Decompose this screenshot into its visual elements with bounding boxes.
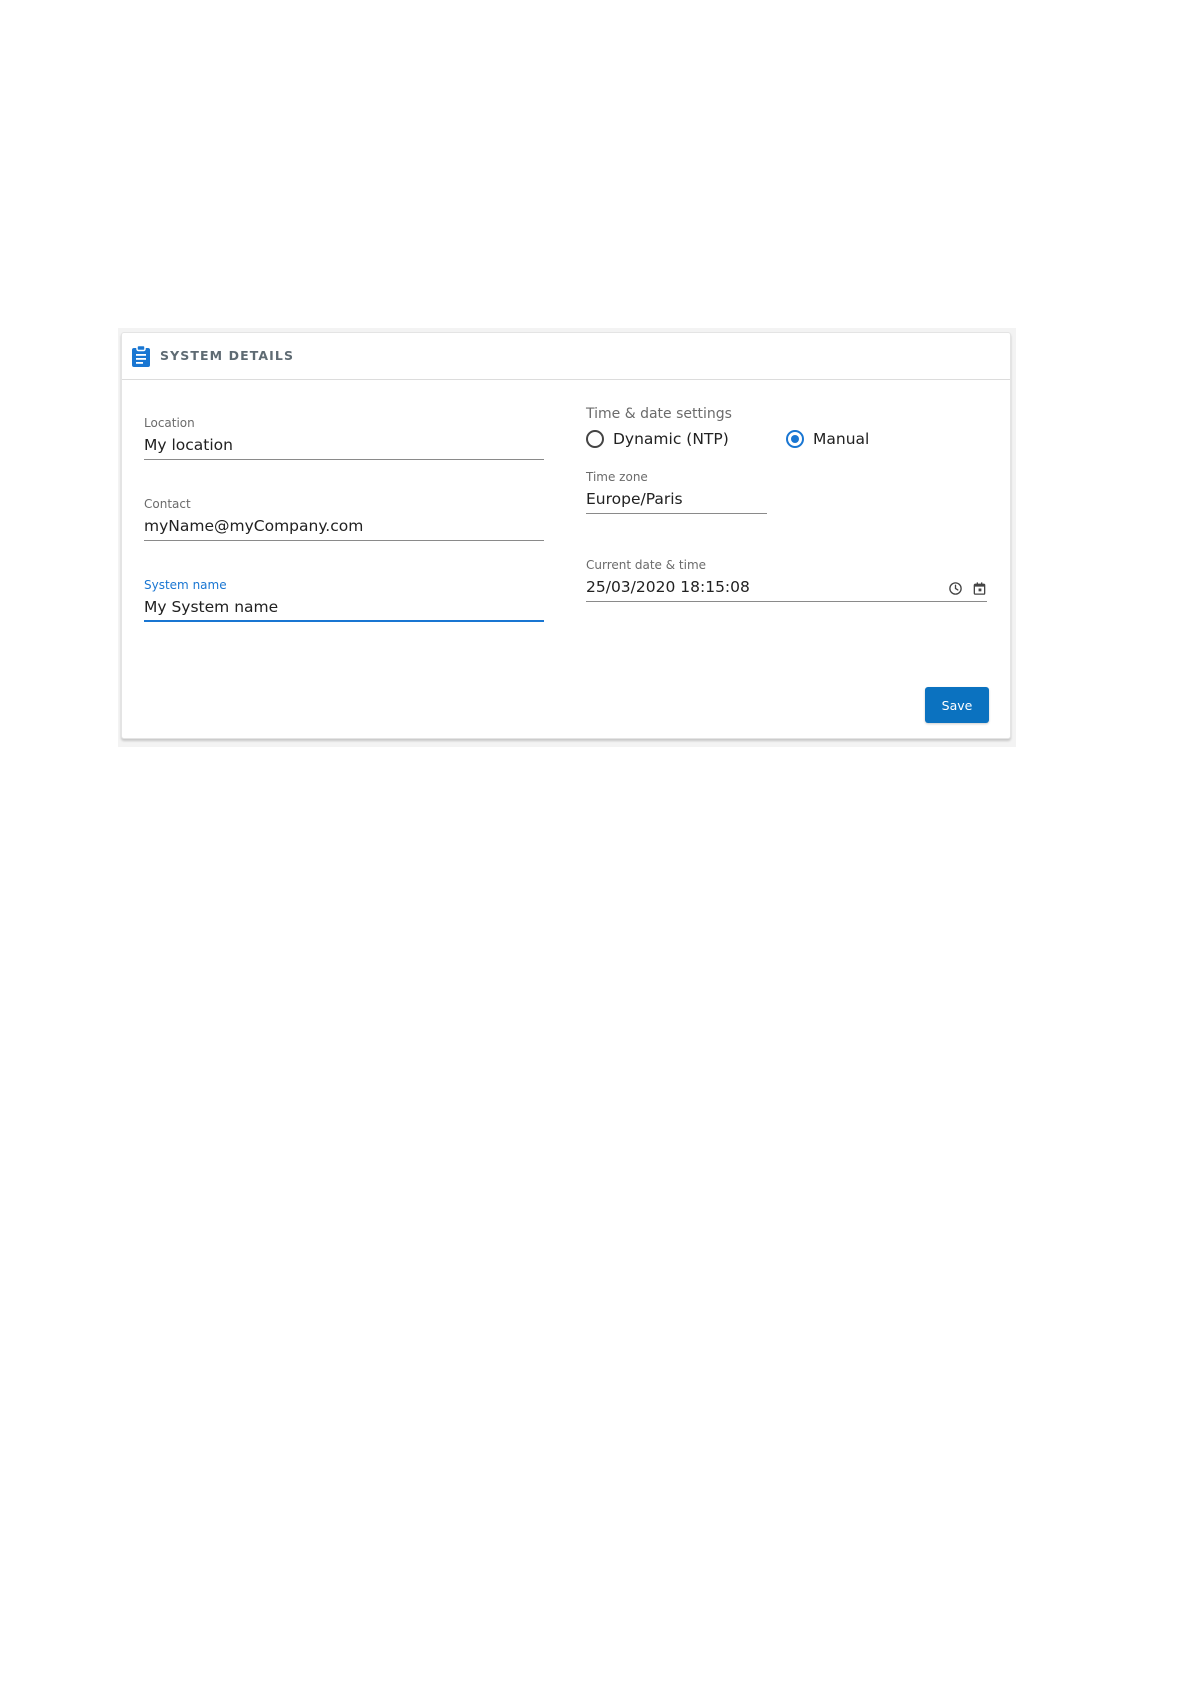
radio-label-manual: Manual [813,430,870,448]
card-title: SYSTEM DETAILS [160,348,295,363]
page: SYSTEM DETAILS Location Contact System n… [0,0,1192,1685]
time-zone-field: Time zone [586,469,767,514]
location-field: Location [144,415,544,460]
clock-icon[interactable] [948,581,963,596]
calendar-icon[interactable] [972,581,987,596]
time-zone-input[interactable] [586,488,767,514]
system-name-label: System name [144,578,227,592]
radio-circle-unchecked[interactable] [586,430,604,448]
card-header: SYSTEM DETAILS [122,333,1010,380]
system-name-input[interactable] [144,596,544,622]
current-datetime-field: Current date & time [586,557,987,602]
time-zone-label: Time zone [586,470,648,484]
system-details-card: SYSTEM DETAILS Location Contact System n… [121,332,1011,739]
radio-label-dynamic-ntp: Dynamic (NTP) [613,430,729,448]
radio-circle-checked[interactable] [786,430,804,448]
time-date-settings-label: Time & date settings [586,406,732,422]
current-datetime-input[interactable] [586,576,987,602]
contact-label: Contact [144,497,191,511]
location-input[interactable] [144,434,544,460]
datetime-icons [948,581,987,596]
contact-field: Contact [144,496,544,541]
radio-manual[interactable]: Manual [786,428,869,450]
radio-dynamic-ntp[interactable]: Dynamic (NTP) [586,428,729,450]
contact-input[interactable] [144,515,544,541]
save-button[interactable]: Save [925,687,989,723]
location-label: Location [144,416,195,430]
current-datetime-label: Current date & time [586,558,707,572]
system-name-field: System name [144,577,544,622]
clipboard-icon [132,345,150,367]
